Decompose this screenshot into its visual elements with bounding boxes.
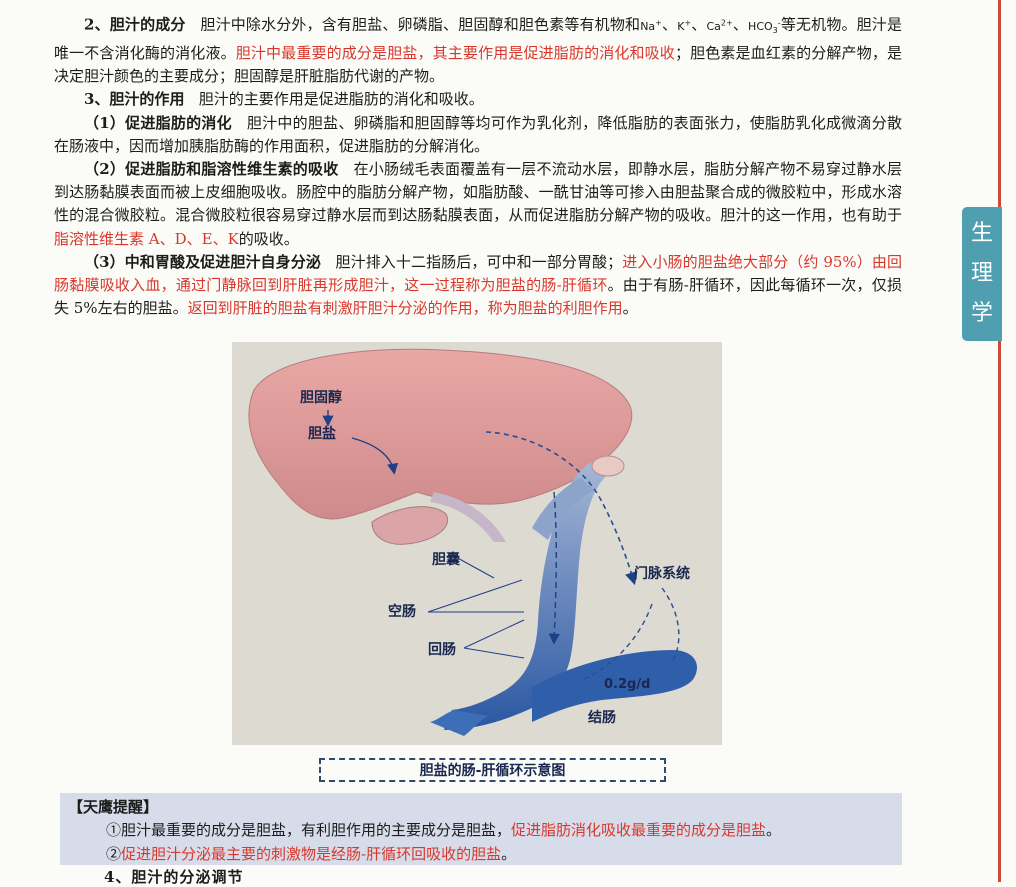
ileum-pointer-1 xyxy=(463,619,525,649)
label-cholesterol: 胆固醇 xyxy=(300,389,342,406)
esophagus-end xyxy=(591,455,625,477)
sec2-text-1: 胆汁中除水分外，含有胆盐、卵磷脂、胆固醇和胆色素等有机物和 xyxy=(200,15,641,34)
tip-box: 【天鹰提醒】 ①胆汁最重要的成分是胆盐，有利胆作用的主要成分是胆盐，促进脂肪消化… xyxy=(60,793,902,865)
label-rate: 0.2g/d xyxy=(604,677,650,692)
page-edge-rule xyxy=(998,0,1001,882)
jejunum-pointer-1 xyxy=(427,579,523,613)
label-jejunum: 空肠 xyxy=(388,603,416,620)
ion-hco3: HCO3- xyxy=(748,18,781,35)
sec3-text: 胆汁的主要作用是促进脂肪的消化和吸收。 xyxy=(198,90,484,109)
ion-ca: Ca2+ xyxy=(706,18,733,33)
tip-line-1-highlight: 促进脂肪消化吸收最重要的成分是胆盐 xyxy=(511,821,767,839)
tip-line-2-highlight: 促进胆汁分泌最主要的刺激物是经肠-肝循环回吸收的胆盐 xyxy=(121,845,502,863)
label-colon: 结肠 xyxy=(588,709,616,726)
subsection-2-paragraph: （2）促进脂肪和脂溶性维生素的吸收 在小肠绒毛表面覆盖有一层不流动水层，即静水层… xyxy=(54,160,902,248)
ion-na: Na+ xyxy=(640,18,662,33)
tip-line-2: ②促进胆汁分泌最主要的刺激物是经肠-肝循环回吸收的胆盐。 xyxy=(106,845,517,863)
gallbladder-shape xyxy=(371,506,449,545)
gallbladder-pointer xyxy=(453,555,495,579)
tip-line-1: ①胆汁最重要的成分是胆盐，有利胆作用的主要成分是胆盐，促进脂肪消化吸收最重要的成… xyxy=(106,821,782,839)
subsection-3-heading: （3）中和胃酸及促进胆汁自身分泌 xyxy=(84,252,321,271)
tab-char-1: 生 xyxy=(970,221,993,246)
enterohepatic-circulation-figure: 胆固醇 胆盐 胆囊 门脉系统 空肠 回肠 0.2g/d 结肠 xyxy=(232,342,722,745)
body-text: 2、胆汁的成分 胆汁中除水分外，含有胆盐、卵磷脂、胆固醇和胆色素等有机物和Na+… xyxy=(54,11,902,320)
section-2-heading: 2、胆汁的成分 xyxy=(84,15,186,34)
tab-char-2: 理 xyxy=(970,261,993,286)
label-bile-salt: 胆盐 xyxy=(308,425,336,442)
section-2-paragraph: 2、胆汁的成分 胆汁中除水分外，含有胆盐、卵磷脂、胆固醇和胆色素等有机物和Na+… xyxy=(54,15,902,86)
label-gallbladder: 胆囊 xyxy=(432,551,461,568)
section-3-heading: 3、胆汁的作用 xyxy=(84,90,185,109)
figure-caption: 胆盐的肠-肝循环示意图 xyxy=(319,758,666,782)
subsection-3-paragraph: （3）中和胃酸及促进胆汁自身分泌 胆汁排入十二指肠后，可中和一部分胃酸；进入小肠… xyxy=(54,252,902,318)
tab-char-3: 学 xyxy=(970,301,993,326)
label-ileum: 回肠 xyxy=(428,642,456,658)
label-portal-system: 门脉系统 xyxy=(634,565,690,582)
textbook-page: 生 理 学 2、胆汁的成分 胆汁中除水分外，含有胆盐、卵磷脂、胆固醇和胆色素等有… xyxy=(0,0,1016,886)
vitamins-highlight: 脂溶性维生素 A、D、E、K xyxy=(54,229,239,248)
section-3-paragraph: 3、胆汁的作用 胆汁的主要作用是促进脂肪的消化和吸收。 xyxy=(54,88,902,111)
subsection-3-text-1: 胆汁排入十二指肠后，可中和一部分胃酸； xyxy=(335,252,623,271)
subsection-1-paragraph: （1）促进脂肪的消化 胆汁中的胆盐、卵磷脂和胆固醇等均可作为乳化剂，降低脂肪的表… xyxy=(54,112,902,158)
sec2-highlight: 胆汁中最重要的成分是胆盐，其主要作用是促进脂肪的消化和吸收 xyxy=(235,44,675,63)
subsection-1-heading: （1）促进脂肪的消化 xyxy=(84,113,232,132)
section-4-heading: 4、胆汁的分泌调节 xyxy=(104,868,244,886)
choleretic-highlight: 返回到肝脏的胆盐有刺激肝胆汁分泌的作用，称为胆盐的利胆作用 xyxy=(187,299,623,318)
ion-k: K+ xyxy=(677,18,692,33)
ileum-pointer-2 xyxy=(463,647,525,659)
subsection-2-heading: （2）促进脂肪和脂溶性维生素的吸收 xyxy=(84,160,339,179)
tip-title: 【天鹰提醒】 xyxy=(68,798,159,816)
chapter-tab[interactable]: 生 理 学 xyxy=(962,207,1002,341)
